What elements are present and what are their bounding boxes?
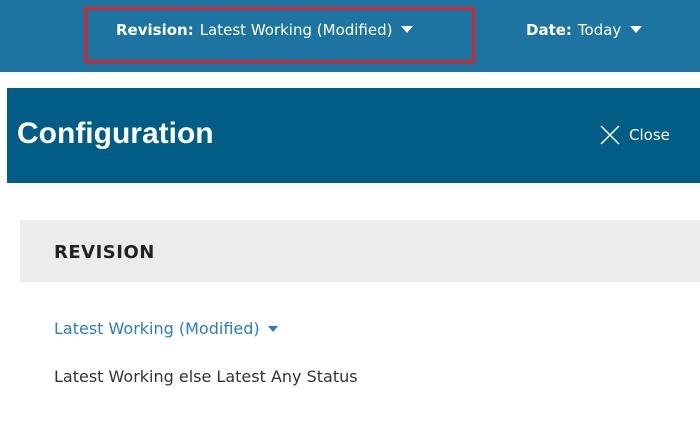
chevron-down-icon: [267, 325, 278, 332]
chevron-down-icon: [630, 26, 643, 33]
date-selector-value: Today: [577, 21, 622, 39]
close-button[interactable]: Close: [599, 124, 670, 146]
revision-section-header: REVISION: [20, 220, 700, 282]
section-title: REVISION: [54, 242, 155, 263]
date-selector-label: Date:: [526, 21, 572, 39]
revision-dropdown-value: Latest Working (Modified): [54, 319, 260, 338]
close-icon: [600, 125, 620, 145]
date-selector[interactable]: Date: Today: [526, 21, 643, 39]
page-title: Configuration: [17, 117, 214, 150]
revision-selector-label: Revision:: [116, 21, 194, 39]
revision-selector[interactable]: Revision: Latest Working (Modified): [116, 21, 414, 39]
configuration-header: Configuration Close: [7, 88, 700, 183]
revision-dropdown[interactable]: Latest Working (Modified): [54, 319, 278, 338]
chevron-down-icon: [401, 26, 414, 33]
revision-selector-value: Latest Working (Modified): [199, 21, 393, 39]
top-toolbar: Revision: Latest Working (Modified) Date…: [0, 0, 700, 72]
revision-description: Latest Working else Latest Any Status: [54, 367, 358, 386]
close-label: Close: [629, 126, 670, 144]
